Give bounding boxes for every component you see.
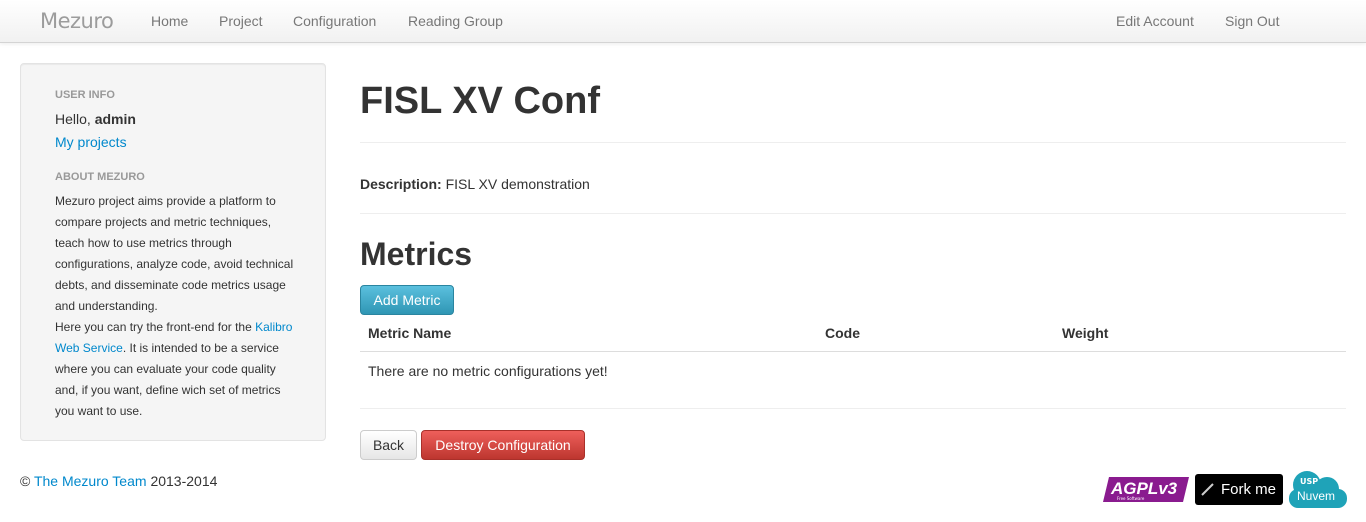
description: Description: FISL XV demonstration [360, 176, 590, 192]
my-projects-link[interactable]: My projects [55, 134, 127, 150]
nav-home[interactable]: Home [151, 13, 188, 29]
description-label: Description: [360, 176, 442, 192]
footer-copyright: © The Mezuro Team 2013-2014 [20, 473, 217, 489]
divider [360, 213, 1346, 214]
add-metric-button[interactable]: Add Metric [360, 285, 454, 315]
column-header-weight: Weight [1062, 325, 1109, 341]
back-button[interactable]: Back [360, 430, 417, 460]
brand-logo[interactable]: Mezuro [40, 9, 114, 33]
nav-project[interactable]: Project [219, 13, 263, 29]
about-paragraph-1: Mezuro project aims provide a platform t… [55, 194, 294, 313]
fork-me-badge[interactable]: Fork me [1195, 474, 1283, 505]
nav-configuration[interactable]: Configuration [293, 13, 376, 29]
copyright-years: 2013-2014 [150, 473, 218, 489]
about-paragraph-2-prefix: Here you can try the front-end for the [55, 320, 252, 334]
usp-mark: USP [1300, 477, 1318, 486]
greeting: Hello, admin [55, 111, 136, 127]
column-header-code: Code [825, 325, 860, 341]
nav-reading-group[interactable]: Reading Group [408, 13, 503, 29]
divider [360, 142, 1346, 143]
page-title: FISL XV Conf [360, 80, 600, 122]
nuvem-label: Nuvem [1297, 489, 1336, 503]
metrics-title: Metrics [360, 236, 473, 272]
mezuro-team-link[interactable]: The Mezuro Team [34, 473, 147, 489]
user-info-header: USER INFO [55, 89, 115, 101]
sidebar-well: USER INFO Hello, admin My projects ABOUT… [20, 63, 326, 441]
description-value: FISL XV demonstration [445, 176, 590, 192]
destroy-configuration-button[interactable]: Destroy Configuration [421, 430, 585, 460]
fork-icon [1201, 483, 1214, 496]
agpl-subtitle: Free Software [1117, 496, 1145, 501]
fork-me-label: Fork me [1221, 481, 1277, 498]
greeting-prefix: Hello, [55, 111, 91, 127]
username: admin [94, 111, 136, 127]
table-bottom-border [360, 408, 1346, 409]
agpl-badge[interactable]: AGPLv3 Free Software [1103, 475, 1191, 504]
about-text: Mezuro project aims provide a platform t… [55, 191, 295, 422]
column-header-metric-name: Metric Name [368, 325, 452, 341]
nav-sign-out[interactable]: Sign Out [1225, 13, 1279, 29]
empty-table-message: There are no metric configurations yet! [368, 363, 608, 379]
copyright-symbol: © [20, 473, 31, 489]
about-header: ABOUT MEZURO [55, 171, 145, 183]
table-header-border [360, 351, 1346, 352]
nav-edit-account[interactable]: Edit Account [1116, 13, 1194, 29]
top-navbar: Mezuro Home Project Configuration Readin… [0, 0, 1366, 43]
